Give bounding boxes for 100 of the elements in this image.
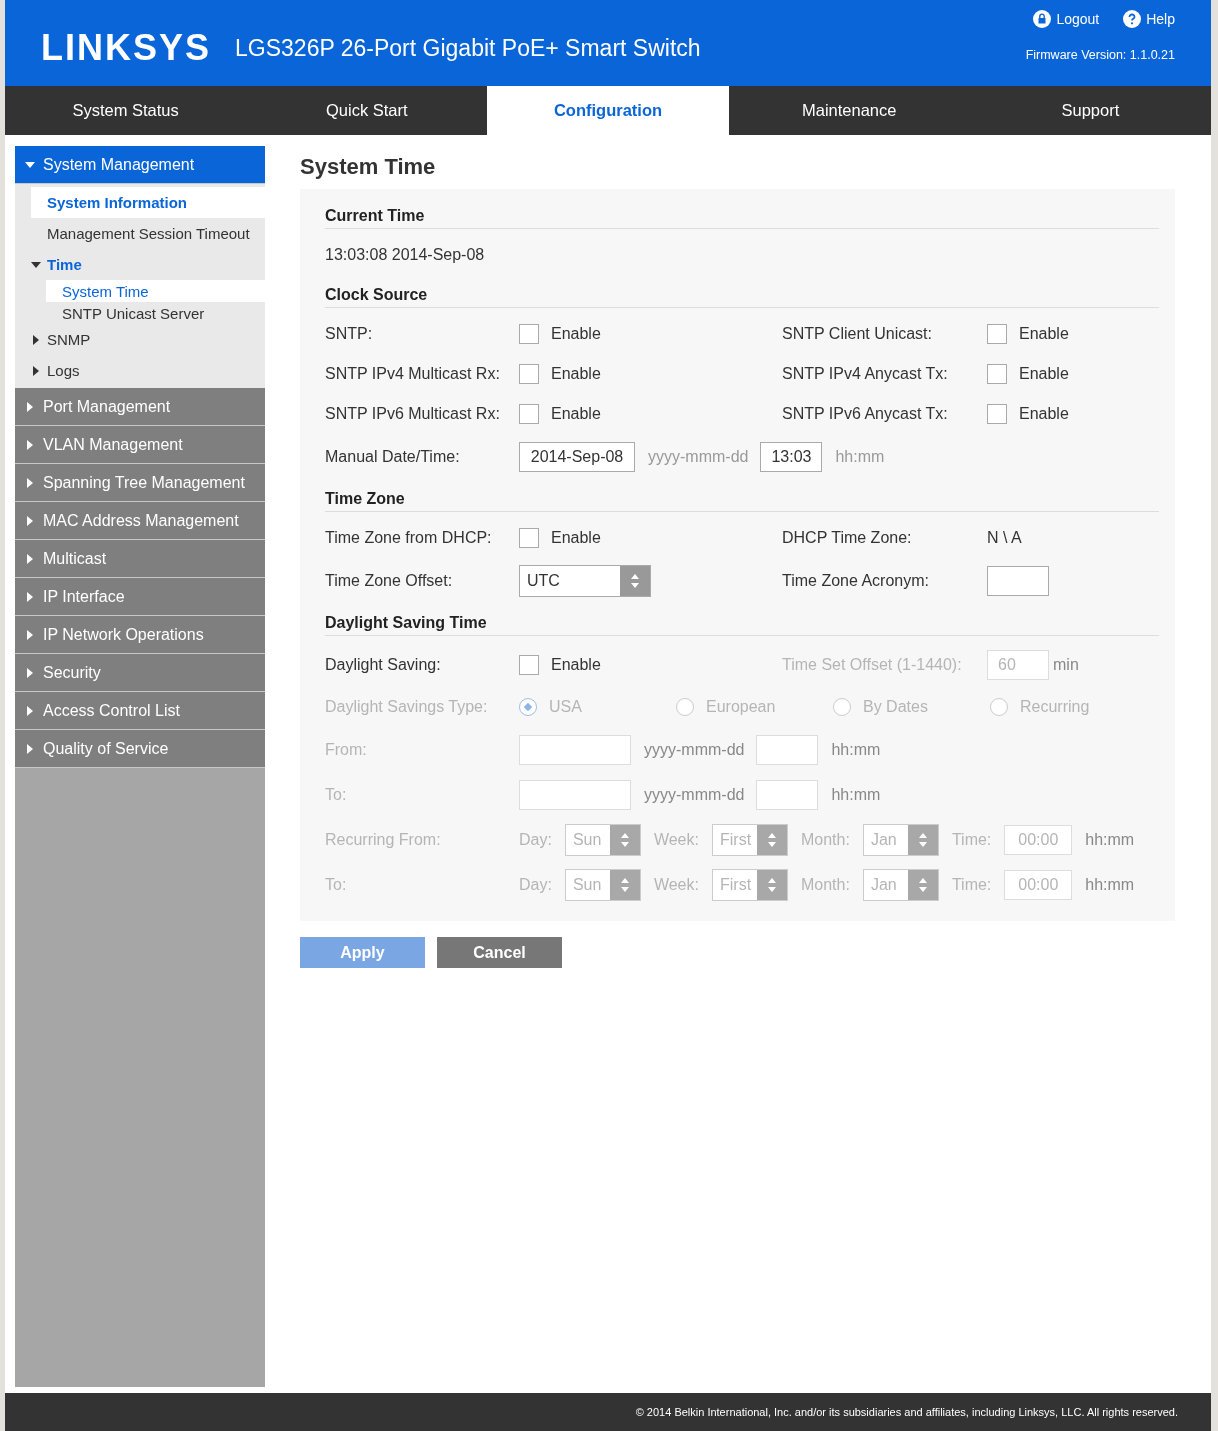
checkbox-label: Enable bbox=[1019, 325, 1069, 343]
caret-icon bbox=[31, 365, 41, 376]
radio-label: USA bbox=[549, 698, 582, 716]
checkbox[interactable] bbox=[519, 654, 539, 675]
sidebar-group[interactable]: MAC Address Management bbox=[15, 502, 265, 540]
checkbox[interactable] bbox=[519, 364, 539, 384]
up-down-arrows-icon bbox=[766, 831, 777, 848]
up-down-arrows-icon bbox=[619, 831, 630, 848]
field-label: Time: bbox=[951, 875, 992, 894]
sidebar-group[interactable]: System Management bbox=[15, 146, 265, 184]
sidebar-group[interactable]: Multicast bbox=[15, 540, 265, 578]
format-hint: hh:mm bbox=[831, 740, 881, 759]
nav-tab[interactable]: Support bbox=[969, 86, 1211, 135]
cancel-button[interactable]: Cancel bbox=[437, 937, 562, 968]
section-heading: Time Zone bbox=[325, 483, 1159, 512]
up-down-arrows-icon bbox=[917, 831, 928, 848]
field-label: SNTP Client Unicast: bbox=[782, 325, 933, 343]
caret-icon bbox=[25, 591, 35, 602]
field-label: Day: bbox=[519, 875, 552, 894]
sidebar-group[interactable]: Security bbox=[15, 654, 265, 692]
value-text: 13:03:08 2014-Sep-08 bbox=[325, 246, 485, 264]
caret-icon bbox=[25, 401, 35, 412]
product-title: LGS326P 26-Port Gigabit PoE+ Smart Switch bbox=[235, 34, 701, 62]
caret-icon bbox=[25, 629, 35, 640]
format-hint: hh:mm bbox=[1085, 830, 1135, 849]
sidebar-group[interactable]: Port Management bbox=[15, 388, 265, 426]
header-link[interactable]: Logout bbox=[1033, 10, 1100, 28]
nav-tab[interactable]: Maintenance bbox=[728, 86, 970, 135]
dropdown[interactable]: UTC bbox=[519, 564, 651, 597]
caret-icon bbox=[25, 743, 35, 754]
sidebar-item[interactable]: SNMP bbox=[31, 324, 265, 355]
nav-tab[interactable]: System Status bbox=[5, 86, 247, 135]
checkbox-label: Enable bbox=[1019, 365, 1069, 383]
sidebar-group[interactable]: Quality of Service bbox=[15, 730, 265, 768]
sidebar-group[interactable]: IP Interface bbox=[15, 578, 265, 616]
sidebar-item[interactable]: SNTP Unicast Server bbox=[46, 302, 265, 324]
logo: LINKSYS bbox=[41, 27, 212, 69]
sidebar-item[interactable]: System Time bbox=[46, 280, 265, 302]
up-down-arrows-icon bbox=[917, 876, 928, 893]
checkbox[interactable] bbox=[519, 324, 539, 344]
field-label: SNTP IPv4 Anycast Tx: bbox=[782, 365, 949, 383]
sidebar-group[interactable]: VLAN Management bbox=[15, 426, 265, 464]
sidebar-group[interactable]: Access Control List bbox=[15, 692, 265, 730]
field-label: DHCP Time Zone: bbox=[782, 529, 913, 547]
sidebar-group[interactable]: Spanning Tree Management bbox=[15, 464, 265, 502]
field-label: SNTP IPv6 Multicast Rx: bbox=[325, 405, 501, 423]
format-hint: yyyy-mmm-dd bbox=[644, 785, 745, 804]
format-hint: hh:mm bbox=[1085, 875, 1135, 894]
field-label: Time Zone Acronym: bbox=[782, 571, 930, 590]
field-label: Time Set Offset (1-1440): bbox=[782, 655, 963, 674]
date-field[interactable]: 2014-Sep-08 bbox=[519, 441, 635, 472]
up-down-arrows-icon bbox=[619, 876, 630, 893]
sidebar-item[interactable]: Logs bbox=[31, 355, 265, 386]
up-down-arrows-icon bbox=[630, 572, 640, 589]
checkbox[interactable] bbox=[987, 364, 1007, 384]
checkbox-label: Enable bbox=[1019, 405, 1069, 423]
firmware-version: Firmware Version: 1.1.0.21 bbox=[1025, 48, 1175, 62]
field-label: Month: bbox=[800, 830, 850, 849]
format-hint: hh:mm bbox=[831, 785, 881, 804]
field-label: Daylight Saving: bbox=[325, 655, 442, 674]
checkbox[interactable] bbox=[519, 528, 539, 548]
field-label: Manual Date/Time: bbox=[325, 447, 461, 466]
checkbox-label: Enable bbox=[551, 529, 601, 547]
nav-tab[interactable]: Configuration bbox=[487, 86, 729, 135]
sidebar-group[interactable]: IP Network Operations bbox=[15, 616, 265, 654]
nav-tab[interactable]: Quick Start bbox=[246, 86, 488, 135]
field-label: Week: bbox=[653, 875, 699, 894]
radio-label: European bbox=[706, 698, 776, 716]
caret-icon bbox=[25, 667, 35, 678]
radio-label: Recurring bbox=[1020, 698, 1090, 716]
section-heading: Clock Source bbox=[325, 279, 1159, 308]
sidebar-item[interactable]: System Information bbox=[31, 187, 265, 218]
checkbox-label: Enable bbox=[551, 405, 601, 423]
apply-button[interactable]: Apply bbox=[300, 937, 425, 968]
section-heading: Daylight Saving Time bbox=[325, 607, 1159, 636]
checkbox[interactable] bbox=[519, 404, 539, 424]
caret-icon bbox=[25, 159, 35, 170]
field-label: To: bbox=[325, 785, 348, 804]
field-label: SNTP: bbox=[325, 325, 374, 343]
field-label: Day: bbox=[519, 830, 552, 849]
checkbox-label: Enable bbox=[551, 365, 601, 383]
field-label: To: bbox=[325, 875, 348, 894]
page-title: System Time bbox=[300, 154, 437, 180]
radio-label: By Dates bbox=[863, 698, 928, 716]
checkbox[interactable] bbox=[987, 324, 1007, 344]
field-label: SNTP IPv4 Multicast Rx: bbox=[325, 365, 501, 383]
time-field[interactable]: 13:03 bbox=[760, 441, 823, 472]
caret-icon bbox=[25, 477, 35, 488]
sidebar-item[interactable]: Management Session Timeout bbox=[31, 218, 265, 249]
caret-icon bbox=[25, 515, 35, 526]
field-label: Time Zone Offset: bbox=[325, 571, 454, 590]
field-label: Month: bbox=[800, 875, 850, 894]
input-field[interactable] bbox=[987, 565, 1049, 596]
caret-icon bbox=[25, 553, 35, 564]
field-label: Time Zone from DHCP: bbox=[325, 529, 493, 547]
checkbox[interactable] bbox=[987, 404, 1007, 424]
lock-icon bbox=[1033, 10, 1052, 28]
header-link[interactable]: Help bbox=[1123, 10, 1175, 28]
unit-text: min bbox=[1053, 655, 1079, 674]
sidebar-item[interactable]: Time bbox=[31, 249, 265, 280]
